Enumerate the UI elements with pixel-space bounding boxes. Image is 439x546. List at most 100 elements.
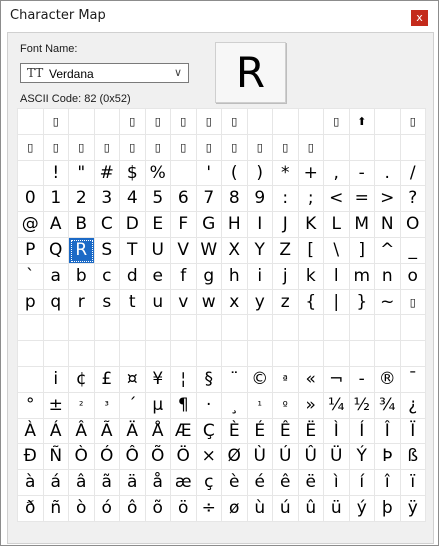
char-cell[interactable]: Z <box>273 237 299 264</box>
character-grid[interactable]: ▯ ▯ ▯ ▯ ▯ ▯ ▯ ⬆ ▯ ▯ ▯ ▯ ▯ ▯ ▯ ▯ ▯ ▯ ▯ ▯ ▯ ! " # $% '() * +, -. /… <box>17 108 426 522</box>
char-cell[interactable]: Ö <box>171 444 197 471</box>
char-cell[interactable]: D <box>120 212 146 238</box>
char-cell[interactable] <box>400 341 426 367</box>
char-cell[interactable]: õ <box>145 495 171 522</box>
char-cell[interactable]: Â <box>69 418 95 445</box>
char-cell[interactable]: q <box>43 289 69 316</box>
char-cell[interactable]: K <box>298 212 324 238</box>
char-cell[interactable]: ý <box>349 495 375 522</box>
char-cell[interactable]: Þ <box>375 444 401 471</box>
char-cell[interactable] <box>120 341 146 367</box>
char-cell[interactable]: ê <box>273 470 299 496</box>
char-cell[interactable] <box>298 315 324 342</box>
char-cell[interactable]: a <box>43 263 69 290</box>
char-cell[interactable]: / <box>400 160 426 187</box>
char-cell[interactable]: è <box>222 470 248 496</box>
char-cell[interactable]: ▯ <box>400 109 426 135</box>
char-cell[interactable]: » <box>298 392 324 419</box>
char-cell[interactable]: Ã <box>94 418 120 445</box>
char-cell[interactable]: ▯ <box>298 134 324 161</box>
char-cell[interactable]: 8 <box>222 186 248 213</box>
char-cell[interactable]: © <box>247 366 273 393</box>
char-cell[interactable]: y <box>247 289 273 316</box>
char-cell[interactable]: « <box>298 366 324 393</box>
char-cell[interactable]: % <box>145 160 171 187</box>
char-cell[interactable]: 2 <box>69 186 95 213</box>
char-cell[interactable] <box>69 341 95 367</box>
char-cell[interactable]: C <box>94 212 120 238</box>
char-cell[interactable]: 9 <box>247 186 273 213</box>
char-cell[interactable]: ÷ <box>196 495 222 522</box>
char-cell[interactable]: f <box>171 263 197 290</box>
char-cell[interactable]: " <box>69 160 95 187</box>
char-cell[interactable]: J <box>273 212 299 238</box>
char-cell[interactable]: ¤ <box>120 366 146 393</box>
char-cell[interactable]: c <box>94 263 120 290</box>
char-cell[interactable]: Ý <box>349 444 375 471</box>
char-cell[interactable]: m <box>349 263 375 290</box>
char-cell[interactable]: Å <box>145 418 171 445</box>
char-cell[interactable] <box>94 341 120 367</box>
char-cell[interactable]: ö <box>171 495 197 522</box>
char-cell[interactable]: w <box>196 289 222 316</box>
font-name-dropdown[interactable]: TT Verdana ∨ <box>20 63 189 83</box>
char-cell[interactable]: ▯ <box>400 289 426 316</box>
char-cell[interactable] <box>18 315 44 342</box>
char-cell[interactable]: ¾ <box>375 392 401 419</box>
char-cell[interactable] <box>171 341 197 367</box>
char-cell[interactable]: l <box>324 263 350 290</box>
char-cell[interactable]: ^ <box>375 237 401 264</box>
char-cell[interactable]: Ë <box>298 418 324 445</box>
char-cell[interactable]: r <box>69 289 95 316</box>
char-cell[interactable]: µ <box>145 392 171 419</box>
char-cell[interactable]: ² <box>69 392 95 419</box>
char-cell[interactable]: Q <box>43 237 69 264</box>
char-cell[interactable] <box>145 341 171 367</box>
char-cell[interactable]: ▯ <box>324 109 350 135</box>
char-cell[interactable]: U <box>145 237 171 264</box>
char-cell[interactable]: E <box>145 212 171 238</box>
char-cell[interactable]: 5 <box>145 186 171 213</box>
char-cell[interactable]: ▯ <box>247 134 273 161</box>
char-cell[interactable]: ü <box>324 495 350 522</box>
char-cell[interactable]: æ <box>171 470 197 496</box>
char-cell[interactable]: À <box>18 418 44 445</box>
char-cell[interactable]: + <box>298 160 324 187</box>
char-cell[interactable]: e <box>145 263 171 290</box>
char-cell[interactable]: z <box>273 289 299 316</box>
char-cell[interactable]: ~ <box>375 289 401 316</box>
char-cell[interactable]: ë <box>298 470 324 496</box>
char-cell[interactable] <box>400 134 426 161</box>
char-cell[interactable]: S <box>94 237 120 264</box>
char-cell[interactable] <box>69 315 95 342</box>
char-cell[interactable]: p <box>18 289 44 316</box>
char-cell[interactable]: T <box>120 237 146 264</box>
char-cell[interactable]: ⬆ <box>349 109 375 135</box>
char-cell[interactable]: Ð <box>18 444 44 471</box>
char-cell[interactable]: ª <box>273 366 299 393</box>
char-cell[interactable]: ß <box>400 444 426 471</box>
char-cell[interactable] <box>349 134 375 161</box>
char-cell[interactable]: å <box>145 470 171 496</box>
char-cell[interactable]: È <box>222 418 248 445</box>
char-cell[interactable]: O <box>400 212 426 238</box>
char-cell[interactable]: A <box>43 212 69 238</box>
char-cell[interactable]: î <box>375 470 401 496</box>
char-cell[interactable]: ▯ <box>69 134 95 161</box>
char-cell[interactable]: 7 <box>196 186 222 213</box>
char-cell[interactable]: · <box>196 392 222 419</box>
char-cell[interactable]: N <box>375 212 401 238</box>
char-cell[interactable]: â <box>69 470 95 496</box>
char-cell[interactable]: ; <box>298 186 324 213</box>
char-cell[interactable]: þ <box>375 495 401 522</box>
char-cell[interactable]: ▯ <box>145 109 171 135</box>
char-cell[interactable]: t <box>120 289 146 316</box>
char-cell[interactable]: ▯ <box>18 134 44 161</box>
char-cell[interactable] <box>94 315 120 342</box>
char-cell[interactable] <box>94 109 120 135</box>
close-button[interactable]: x <box>411 10 428 26</box>
char-cell[interactable]: ç <box>196 470 222 496</box>
char-cell[interactable]: Ì <box>324 418 350 445</box>
char-cell[interactable]: ? <box>400 186 426 213</box>
char-cell[interactable]: ï <box>400 470 426 496</box>
